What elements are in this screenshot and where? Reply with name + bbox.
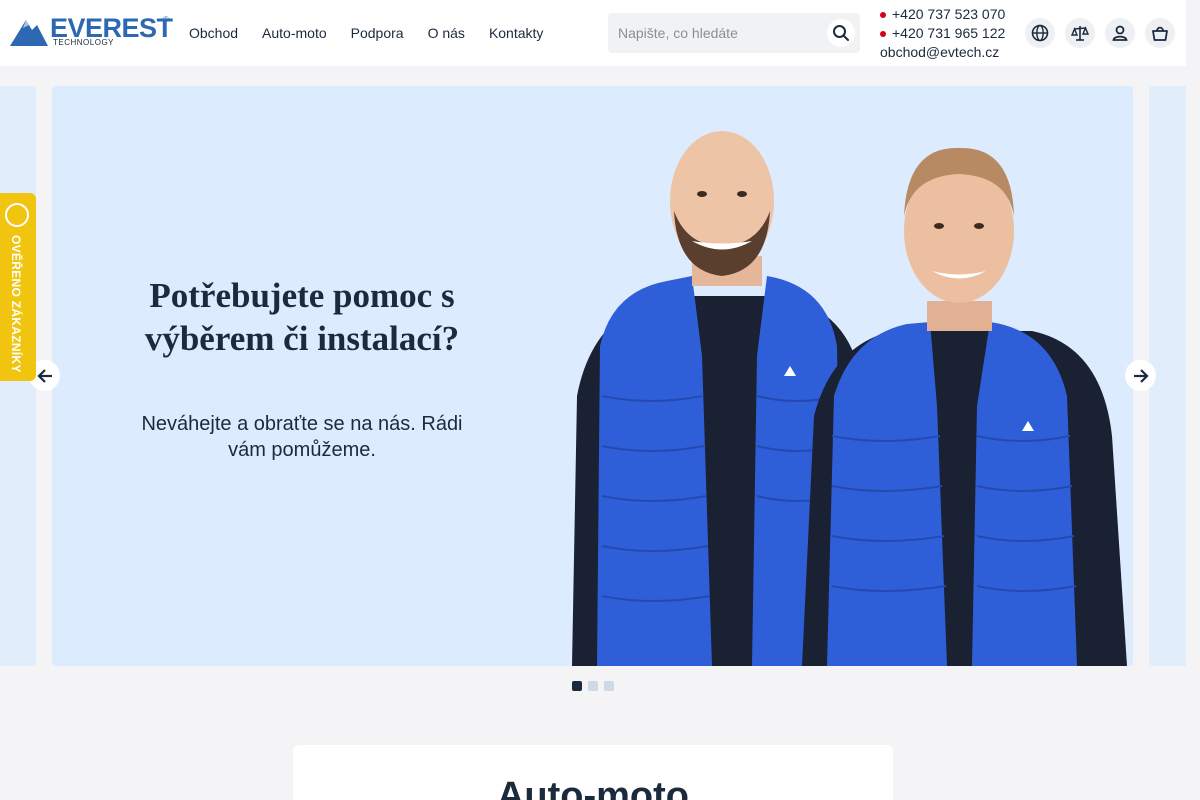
- nav-kontakty[interactable]: Kontakty: [489, 24, 543, 42]
- globe-icon: [1031, 24, 1049, 42]
- mountain-icon: [10, 20, 48, 46]
- heureka-seal-icon: [5, 203, 29, 227]
- logo-subtitle: TECHNOLOGY: [53, 38, 115, 47]
- nav-obchod[interactable]: Obchod: [189, 24, 238, 42]
- hero-photo: [572, 131, 1127, 666]
- carousel-dot-3[interactable]: [604, 681, 614, 691]
- search-box: [608, 13, 860, 53]
- search-button[interactable]: [827, 19, 855, 47]
- carousel-dot-2[interactable]: [588, 681, 598, 691]
- email-link[interactable]: obchod@evtech.cz: [880, 43, 999, 62]
- search-input[interactable]: [608, 13, 818, 53]
- nav-o-nas[interactable]: O nás: [428, 24, 465, 42]
- everest-logo[interactable]: EVEREST ® TECHNOLOGY: [10, 13, 173, 48]
- main-nav: Obchod Auto-moto Podpora O nás Kontakty: [189, 24, 567, 42]
- hero-slide[interactable]: Potřebujete pomoc s výběrem či instalací…: [52, 86, 1133, 666]
- badge-label: OVĚŘENO ZÁKAZNÍKY: [9, 235, 23, 373]
- hero-text: Neváhejte a obraťte se na nás. Rádi vám …: [141, 413, 463, 461]
- language-button[interactable]: [1025, 18, 1055, 48]
- compare-icon: [1071, 26, 1089, 41]
- phone-link-2[interactable]: +420 731 965 122: [892, 24, 1005, 43]
- phone-link-1[interactable]: +420 737 523 070: [892, 5, 1005, 24]
- logo-registered: ®: [163, 15, 169, 24]
- compare-button[interactable]: [1065, 18, 1095, 48]
- nav-auto-moto[interactable]: Auto-moto: [262, 24, 327, 42]
- carousel-dot-1[interactable]: [572, 681, 582, 691]
- status-dot-icon: [880, 30, 886, 37]
- section-title: Auto-moto: [496, 775, 690, 800]
- phone-row-1: +420 737 523 070: [880, 5, 1005, 24]
- cart-button[interactable]: [1145, 18, 1175, 48]
- carousel-pagination: [572, 681, 620, 691]
- verified-customers-badge[interactable]: OVĚŘENO ZÁKAZNÍKY: [0, 193, 36, 381]
- account-button[interactable]: [1105, 18, 1135, 48]
- section-card: Auto-moto: [293, 745, 893, 800]
- site-header: EVEREST ® TECHNOLOGY Obchod Auto-moto Po…: [0, 0, 1186, 66]
- hero-title: Potřebujete pomoc s výběrem či instalací…: [144, 276, 460, 358]
- basket-icon: [1152, 26, 1168, 41]
- email-row: obchod@evtech.cz: [880, 43, 1005, 62]
- person-right: [802, 147, 1127, 666]
- page-scrollbar[interactable]: [1186, 0, 1200, 800]
- contact-info: +420 737 523 070 +420 731 965 122 obchod…: [880, 5, 1005, 62]
- search-icon: [833, 25, 849, 41]
- arrow-left-icon: [36, 368, 52, 383]
- phone-row-2: +420 731 965 122: [880, 24, 1005, 43]
- carousel-next-button[interactable]: [1125, 360, 1156, 391]
- status-dot-icon: [880, 11, 886, 18]
- nav-podpora[interactable]: Podpora: [351, 24, 404, 42]
- user-icon: [1112, 25, 1128, 41]
- arrow-right-icon: [1133, 368, 1149, 383]
